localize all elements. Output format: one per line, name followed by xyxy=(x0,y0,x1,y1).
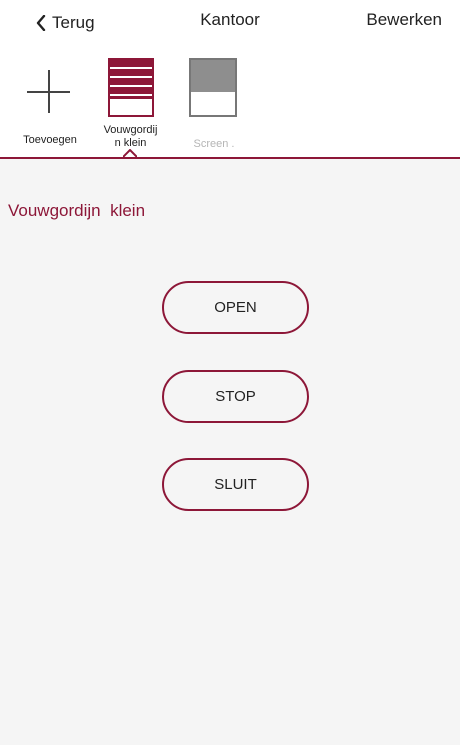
navigation-bar: Terug Kantoor Bewerken xyxy=(0,0,460,46)
selected-device-name: Vouwgordijn klein xyxy=(8,201,146,220)
device-label-folding-blind-small: Vouwgordij n klein xyxy=(92,124,169,150)
device-tab-screen[interactable]: Screen . xyxy=(172,46,260,158)
add-device-button[interactable]: Toevoegen xyxy=(0,46,86,158)
device-tab-folding-blind-small[interactable]: Vouwgordij n klein xyxy=(92,46,169,158)
screen-icon xyxy=(189,58,237,117)
selection-pointer-icon xyxy=(123,149,137,158)
add-device-label: Toevoegen xyxy=(23,134,77,146)
device-label-line-1: Vouwgordij xyxy=(103,124,158,136)
close-button[interactable]: SLUIT xyxy=(162,458,309,511)
open-button[interactable]: OPEN xyxy=(162,281,309,334)
device-strip: Toevoegen Vouwgordij n klein Screen . xyxy=(0,46,460,158)
blind-slats xyxy=(110,60,152,99)
app-screen: Terug Kantoor Bewerken Toevoegen Vouwgor… xyxy=(0,0,460,745)
device-label-screen: Screen . xyxy=(193,138,235,150)
folding-blind-icon xyxy=(108,58,154,117)
stop-button[interactable]: STOP xyxy=(162,370,309,423)
device-control-panel: Vouwgordijn klein OPEN STOP SLUIT xyxy=(0,159,460,745)
plus-icon xyxy=(27,70,70,113)
edit-button[interactable]: Bewerken xyxy=(366,10,442,30)
